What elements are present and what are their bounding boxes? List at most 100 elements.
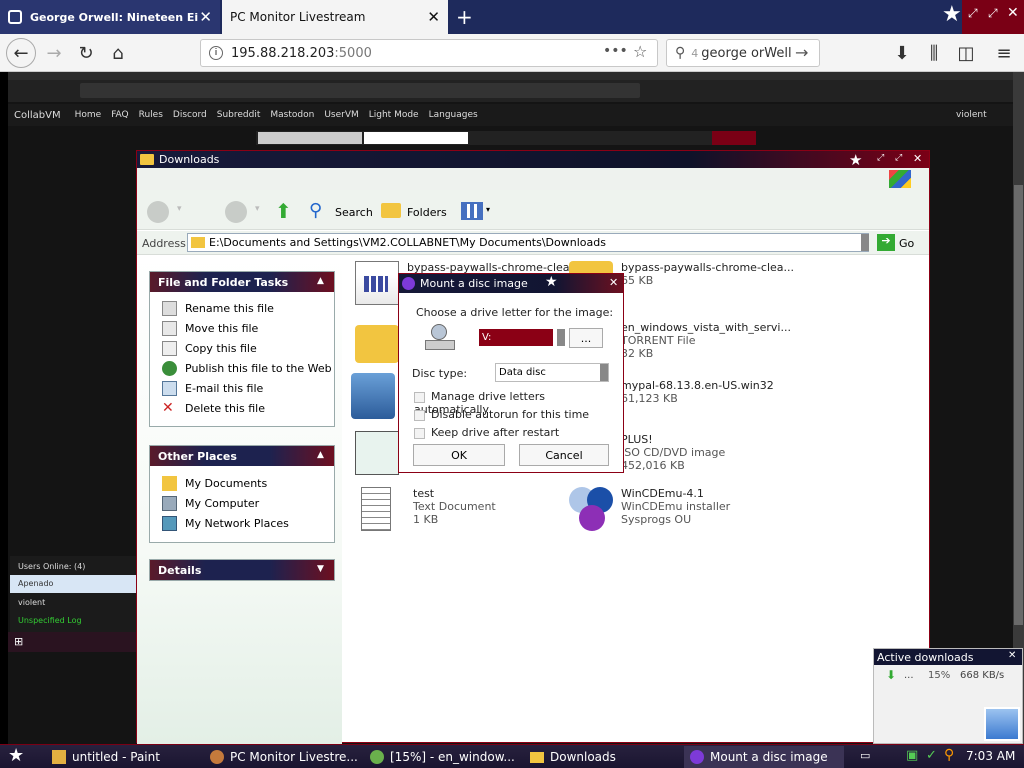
drive-letter-select[interactable]: V: [479,329,553,346]
bookmark-star-icon[interactable]: ☆ [633,42,647,61]
taskbar-item-pc-monitor[interactable]: PC Monitor Livestre... [204,746,360,768]
close-icon[interactable]: ✕ [1008,650,1016,661]
minimize-icon[interactable]: ⤢ [968,6,978,21]
nav-uservm[interactable]: UserVM [324,110,358,120]
option-disable-autorun[interactable]: Disable autorun for this time [414,408,589,421]
explorer-title-bar[interactable]: Downloads ★ ⤢ ⤢ ✕ [137,151,929,169]
other-places-header[interactable]: Other Places ▲ [150,446,334,466]
close-tab-icon[interactable]: ✕ [199,8,212,26]
go-arrow-icon[interactable]: ➔ [877,234,895,251]
search-button[interactable]: Search [335,206,373,219]
collapse-icon[interactable]: ▲ [313,274,328,289]
menu-icon[interactable]: ≡ [992,41,1016,65]
sidebar-icon[interactable]: ◫ [954,41,978,65]
up-folder-icon[interactable]: ⬆ [275,199,292,223]
disc-type-select[interactable]: Data disc [495,363,609,382]
file-item[interactable]: test Text Document 1 KB [355,487,496,531]
collapse-icon[interactable]: ▲ [313,448,328,463]
start-star-icon[interactable]: ★ [8,745,24,766]
forward-icon[interactable]: → [42,41,66,65]
windows-logo-icon[interactable]: ⊞ [14,635,23,648]
tab-pc-monitor[interactable]: PC Monitor Livestream ✕ [222,0,448,34]
search-input[interactable]: ⚲ 4 george orWell → [666,39,820,67]
library-icon[interactable]: ⫼ [922,41,946,65]
nav-faq[interactable]: FAQ [111,110,128,120]
views-icon[interactable] [461,202,483,220]
taskbar-item-torrent[interactable]: [15%] - en_window... [364,746,520,768]
place-network[interactable]: My Network Places [150,513,334,533]
task-copy[interactable]: Copy this file [150,338,334,358]
collabvm-brand[interactable]: CollabVM [14,110,61,121]
tray-icon[interactable]: ▣ [906,748,918,763]
taskbar-item-paint[interactable]: untitled - Paint [46,746,202,768]
taskbar-item-mount-dialog[interactable]: Mount a disc image [684,746,844,768]
file-item[interactable]: WinCDEmu-4.1 WinCDEmu installer Sysprogs O… [569,487,730,531]
task-delete[interactable]: ✕ Delete this file [150,398,334,418]
go-button[interactable]: Go [899,237,914,250]
download-bin-icon[interactable] [984,707,1020,741]
disc-type-dropdown-arrow[interactable] [600,364,608,381]
maximize-icon[interactable]: ⤢ [895,153,902,163]
nav-home[interactable]: Home [75,110,102,120]
address-input[interactable]: E:\Documents and Settings\VM2.COLLABNET\… [187,233,869,252]
checkbox[interactable] [414,391,425,403]
taskbar-clock[interactable]: 7:03 AM [966,749,1015,763]
task-publish[interactable]: Publish this file to the Web [150,358,334,378]
place-my-computer[interactable]: My Computer [150,493,334,513]
forward-icon[interactable] [225,201,247,223]
task-email[interactable]: E-mail this file [150,378,334,398]
back-icon[interactable]: ← [6,38,36,68]
tab-george-orwell[interactable]: George Orwell: Nineteen Eighty-F ✕ [0,0,220,34]
maximize-icon[interactable]: ⤢ [988,6,998,21]
search-go-icon[interactable]: → [795,43,808,62]
scrollbar-thumb[interactable] [1014,185,1023,625]
checkbox[interactable] [414,427,425,439]
url-bar[interactable]: i 195.88.218.203:5000 ••• ☆ [200,39,658,67]
nav-rules[interactable]: Rules [139,110,163,120]
back-icon[interactable] [147,201,169,223]
details-header[interactable]: Details ▼ [150,560,334,580]
nav-discord[interactable]: Discord [173,110,207,120]
close-icon[interactable]: ✕ [609,276,618,289]
expand-icon[interactable]: ▼ [313,562,328,577]
address-dropdown[interactable] [861,234,869,251]
search-icon[interactable]: ⚲ [309,200,322,221]
reload-icon[interactable]: ↻ [74,41,98,65]
file-tasks-header[interactable]: File and Folder Tasks ▲ [150,272,334,292]
new-tab-icon[interactable]: + [456,5,473,29]
ok-button[interactable]: OK [413,444,505,466]
tray-search-icon[interactable]: ⚲ [944,747,954,763]
folders-button[interactable]: Folders [407,206,447,219]
close-tab-icon[interactable]: ✕ [427,8,440,26]
minimize-icon[interactable]: ⤢ [877,153,884,163]
nav-subreddit[interactable]: Subreddit [217,110,261,120]
task-move[interactable]: Move this file [150,318,334,338]
collabvm-username[interactable]: violent [956,110,987,120]
user-item[interactable]: Unspecified Log [10,612,136,629]
tray-icon[interactable]: ✓ [926,748,937,763]
back-dropdown-icon[interactable]: ▾ [177,204,182,214]
task-rename[interactable]: Rename this file [150,298,334,318]
keyboard-icon[interactable]: ▭ [860,749,870,762]
user-item[interactable]: violent [10,593,136,612]
more-actions-icon[interactable]: ••• [603,43,628,59]
nav-mastodon[interactable]: Mastodon [270,110,314,120]
file-item[interactable] [351,373,403,419]
home-icon[interactable]: ⌂ [106,41,130,65]
cancel-button[interactable]: Cancel [519,444,609,466]
nav-languages[interactable]: Languages [429,110,478,120]
downloads-icon[interactable]: ⬇ [890,41,914,65]
option-keep-drive[interactable]: Keep drive after restart [414,426,559,439]
user-item[interactable]: Apenado [10,575,136,593]
taskbar-item-downloads[interactable]: Downloads [524,746,680,768]
nav-light-mode[interactable]: Light Mode [369,110,419,120]
info-icon[interactable]: i [209,46,223,60]
browse-button[interactable]: ... [569,328,603,348]
forward-dropdown-icon[interactable]: ▾ [255,204,260,214]
close-icon[interactable]: ✕ [913,152,922,165]
place-my-documents[interactable]: My Documents [150,473,334,493]
views-dropdown-icon[interactable]: ▾ [486,205,490,214]
drive-dropdown-arrow[interactable] [557,329,565,346]
dialog-title-bar[interactable]: Mount a disc image ★ ✕ [399,274,623,293]
checkbox[interactable] [414,409,425,421]
